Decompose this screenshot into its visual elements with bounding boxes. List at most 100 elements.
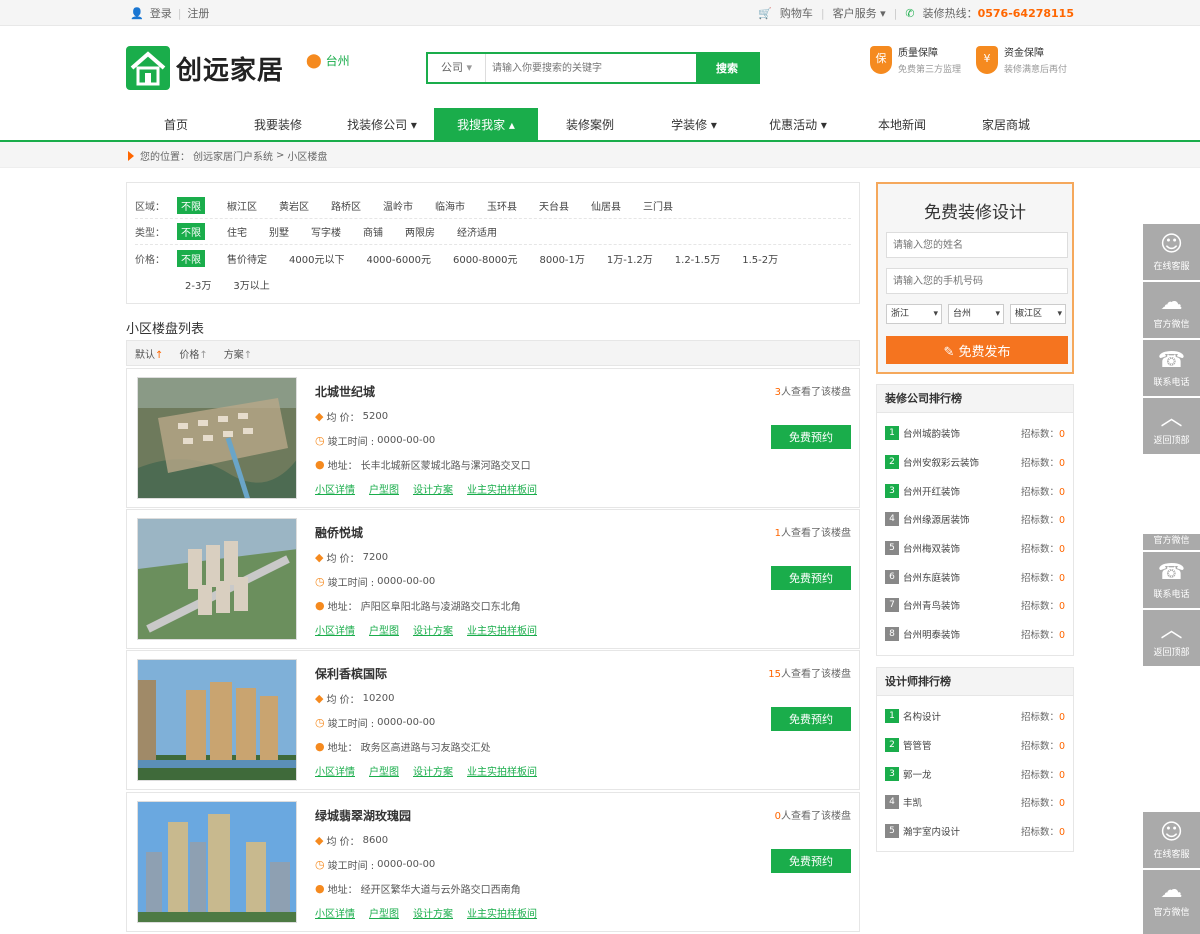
- ranking-item[interactable]: 1 台州城韵装饰 招标数：0: [885, 419, 1065, 448]
- nav-search-home[interactable]: 我搜我家 ▴: [434, 108, 538, 140]
- ranking-item[interactable]: 3 台州开红装饰 招标数：0: [885, 476, 1065, 505]
- price-option[interactable]: 4000-6000元: [366, 251, 431, 266]
- property-name[interactable]: 保利香槟国际: [315, 665, 387, 682]
- city-selector[interactable]: ⬤ 台州: [306, 52, 350, 69]
- property-name[interactable]: 北城世纪城: [315, 383, 375, 400]
- phone-input[interactable]: [886, 268, 1068, 294]
- phone-tool[interactable]: ☎ 联系电话: [1143, 340, 1200, 396]
- wechat-tool[interactable]: ☁ 官方微信: [1143, 870, 1200, 934]
- logo[interactable]: 创远家居: [126, 46, 284, 90]
- province-select[interactable]: 浙江: [886, 304, 942, 324]
- link-detail[interactable]: 小区详情: [315, 763, 355, 778]
- district-select[interactable]: 椒江区: [1010, 304, 1066, 324]
- area-option[interactable]: 温岭市: [383, 198, 413, 213]
- register-link[interactable]: 注册: [187, 5, 209, 21]
- link-floorplan[interactable]: 户型图: [369, 622, 399, 637]
- nav-cases[interactable]: 装修案例: [538, 108, 642, 140]
- property-image[interactable]: [137, 377, 297, 499]
- ranking-item[interactable]: 7 台州青鸟装饰 招标数：0: [885, 591, 1065, 620]
- nav-decorate[interactable]: 我要装修: [226, 108, 330, 140]
- online-service-tool[interactable]: ☺ 在线客服: [1143, 224, 1200, 280]
- type-option[interactable]: 两限房: [405, 224, 435, 239]
- ranking-item[interactable]: 5 瀚宇室内设计 招标数：0: [885, 817, 1065, 846]
- price-option[interactable]: 8000-1万: [539, 251, 584, 266]
- link-floorplan[interactable]: 户型图: [369, 763, 399, 778]
- link-showroom[interactable]: 业主实拍样板间: [467, 905, 537, 920]
- link-showroom[interactable]: 业主实拍样板间: [467, 622, 537, 637]
- property-image[interactable]: [137, 518, 297, 640]
- link-detail[interactable]: 小区详情: [315, 622, 355, 637]
- link-detail[interactable]: 小区详情: [315, 481, 355, 496]
- price-option[interactable]: 1.5-2万: [742, 251, 778, 266]
- type-option[interactable]: 写字楼: [311, 224, 341, 239]
- online-service-tool[interactable]: ☺ 在线客服: [1143, 812, 1200, 868]
- cart-link[interactable]: 购物车: [780, 5, 813, 21]
- name-input[interactable]: [886, 232, 1068, 258]
- link-floorplan[interactable]: 户型图: [369, 481, 399, 496]
- ranking-item[interactable]: 2 台州安叙彩云装饰 招标数：0: [885, 448, 1065, 477]
- free-booking-button[interactable]: 免费预约: [771, 849, 851, 873]
- nav-mall[interactable]: 家居商城: [954, 108, 1058, 140]
- area-option[interactable]: 椒江区: [227, 198, 257, 213]
- property-image[interactable]: [137, 801, 297, 923]
- search-type-select[interactable]: 公司 ▾: [428, 54, 486, 82]
- ranking-item[interactable]: 5 台州梅双装饰 招标数：0: [885, 534, 1065, 563]
- ranking-item[interactable]: 2 管管管 招标数：0: [885, 731, 1065, 760]
- back-to-top-tool[interactable]: ︿ 返回顶部: [1143, 398, 1200, 454]
- area-option[interactable]: 三门县: [643, 198, 673, 213]
- price-option[interactable]: 2-3万: [185, 277, 211, 292]
- search-input[interactable]: [486, 54, 696, 82]
- price-option[interactable]: 6000-8000元: [453, 251, 518, 266]
- price-option[interactable]: 不限: [177, 249, 205, 267]
- type-option[interactable]: 别墅: [269, 224, 289, 239]
- price-option[interactable]: 1.2-1.5万: [675, 251, 720, 266]
- link-detail[interactable]: 小区详情: [315, 905, 355, 920]
- free-publish-button[interactable]: ✎ 免费发布: [886, 336, 1068, 364]
- property-name[interactable]: 融侨悦城: [315, 524, 363, 541]
- area-option[interactable]: 玉环县: [487, 198, 517, 213]
- type-option[interactable]: 不限: [177, 223, 205, 240]
- login-link[interactable]: 登录: [150, 5, 172, 21]
- free-booking-button[interactable]: 免费预约: [771, 425, 851, 449]
- property-image[interactable]: [137, 659, 297, 781]
- area-option[interactable]: 天台县: [539, 198, 569, 213]
- sort-plan[interactable]: 方案↑: [224, 346, 252, 361]
- link-showroom[interactable]: 业主实拍样板间: [467, 481, 537, 496]
- phone-tool[interactable]: ☎ 联系电话: [1143, 552, 1200, 608]
- area-option[interactable]: 路桥区: [331, 198, 361, 213]
- link-floorplan[interactable]: 户型图: [369, 905, 399, 920]
- back-to-top-tool[interactable]: ︿ 返回顶部: [1143, 610, 1200, 666]
- ranking-item[interactable]: 8 台州明泰装饰 招标数：0: [885, 620, 1065, 649]
- breadcrumb-site[interactable]: 创远家居门户系统: [193, 148, 273, 163]
- area-option[interactable]: 不限: [177, 197, 205, 214]
- nav-learn[interactable]: 学装修 ▾: [642, 108, 746, 140]
- wechat-tool[interactable]: 官方微信: [1143, 534, 1200, 550]
- type-option[interactable]: 住宅: [227, 224, 247, 239]
- ranking-item[interactable]: 3 郭一龙 招标数：0: [885, 759, 1065, 788]
- price-option[interactable]: 售价待定: [227, 251, 267, 266]
- ranking-item[interactable]: 6 台州东庭装饰 招标数：0: [885, 562, 1065, 591]
- price-option[interactable]: 1万-1.2万: [607, 251, 653, 266]
- ranking-item[interactable]: 1 名构设计 招标数：0: [885, 702, 1065, 731]
- wechat-tool[interactable]: ☁ 官方微信: [1143, 282, 1200, 338]
- area-option[interactable]: 仙居县: [591, 198, 621, 213]
- service-menu[interactable]: 客户服务 ▾: [833, 5, 886, 21]
- link-design[interactable]: 设计方案: [413, 905, 453, 920]
- link-design[interactable]: 设计方案: [413, 481, 453, 496]
- free-booking-button[interactable]: 免费预约: [771, 566, 851, 590]
- area-option[interactable]: 临海市: [435, 198, 465, 213]
- link-design[interactable]: 设计方案: [413, 622, 453, 637]
- nav-find-company[interactable]: 找装修公司 ▾: [330, 108, 434, 140]
- link-showroom[interactable]: 业主实拍样板间: [467, 763, 537, 778]
- nav-news[interactable]: 本地新闻: [850, 108, 954, 140]
- type-option[interactable]: 商铺: [363, 224, 383, 239]
- free-booking-button[interactable]: 免费预约: [771, 707, 851, 731]
- link-design[interactable]: 设计方案: [413, 763, 453, 778]
- price-option[interactable]: 4000元以下: [289, 251, 344, 266]
- property-name[interactable]: 绿城翡翠湖玫瑰园: [315, 807, 411, 824]
- ranking-item[interactable]: 4 丰凯 招标数：0: [885, 788, 1065, 817]
- nav-home[interactable]: 首页: [126, 108, 226, 140]
- nav-promotions[interactable]: 优惠活动 ▾: [746, 108, 850, 140]
- ranking-item[interactable]: 4 台州缘源居装饰 招标数：0: [885, 505, 1065, 534]
- search-button[interactable]: 搜索: [696, 54, 758, 82]
